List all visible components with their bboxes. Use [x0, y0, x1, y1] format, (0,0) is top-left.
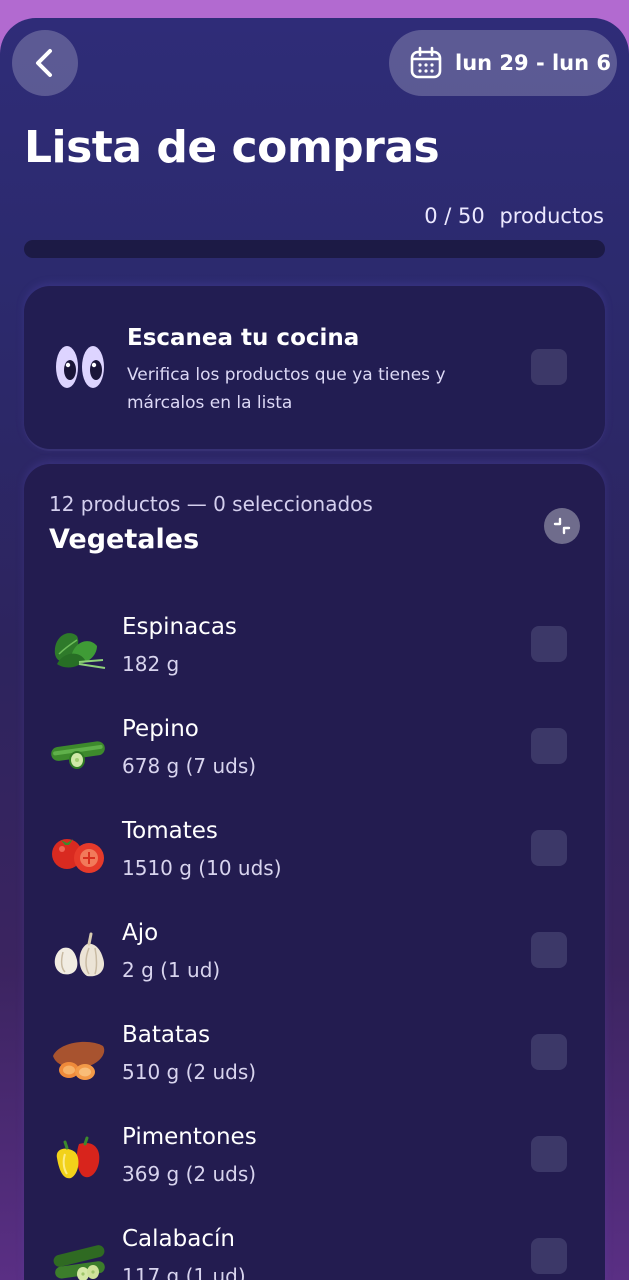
cucumber-icon — [51, 741, 105, 769]
category-title: Vegetales — [49, 524, 200, 555]
shopping-list-screen: lun 29 - lun 6 Lista de compras 0 / 50 p… — [0, 18, 629, 1280]
tomato-icon — [52, 839, 104, 873]
date-range-label: lun 29 - lun 6 — [455, 51, 611, 75]
progress-counter: 0 / 50 productos — [424, 204, 604, 228]
date-range-button[interactable]: lun 29 - lun 6 — [389, 30, 617, 96]
category-summary: 12 productos — 0 seleccionados — [49, 492, 373, 516]
item-quantity: 369 g (2 uds) — [122, 1162, 257, 1186]
collapse-icon — [553, 517, 571, 535]
item-name: Espinacas — [122, 614, 237, 640]
scan-kitchen-title: Escanea tu cocina — [127, 325, 360, 351]
item-name: Tomates — [122, 818, 218, 844]
list-item[interactable]: Calabacín 117 g (1 ud) — [24, 1226, 605, 1280]
item-quantity: 510 g (2 uds) — [122, 1060, 257, 1084]
collapse-category-button[interactable] — [544, 508, 580, 544]
item-name: Pimentones — [122, 1124, 257, 1150]
total-count: 50 — [458, 204, 485, 228]
item-quantity: 1510 g (10 uds) — [122, 856, 282, 880]
category-card-vegetales: 12 productos — 0 seleccionados Vegetales… — [24, 464, 605, 1280]
spinach-icon — [54, 633, 106, 669]
scan-kitchen-checkbox[interactable] — [531, 349, 567, 385]
list-item[interactable]: Batatas 510 g (2 uds) — [24, 1022, 605, 1102]
item-checkbox[interactable] — [531, 932, 567, 968]
list-item[interactable]: Ajo 2 g (1 ud) — [24, 920, 605, 1000]
item-checkbox[interactable] — [531, 1034, 567, 1070]
list-item[interactable]: Pepino 678 g (7 uds) — [24, 716, 605, 796]
list-item[interactable]: Tomates 1510 g (10 uds) — [24, 818, 605, 898]
scan-kitchen-card[interactable]: Escanea tu cocina Verifica los productos… — [24, 286, 605, 451]
page-title: Lista de compras — [24, 122, 440, 173]
list-item[interactable]: Espinacas 182 g — [24, 614, 605, 694]
sweet-potato-icon — [53, 1041, 105, 1080]
item-quantity: 117 g (1 ud) — [122, 1264, 246, 1280]
count-separator: / — [444, 204, 452, 228]
list-item[interactable]: Pimentones 369 g (2 uds) — [24, 1124, 605, 1204]
checked-count: 0 — [424, 204, 438, 228]
item-quantity: 678 g (7 uds) — [122, 754, 257, 778]
chevron-left-icon — [36, 49, 52, 77]
item-checkbox[interactable] — [531, 626, 567, 662]
count-unit: productos — [499, 204, 604, 228]
item-checkbox[interactable] — [531, 728, 567, 764]
item-checkbox[interactable] — [531, 1238, 567, 1274]
item-quantity: 2 g (1 ud) — [122, 958, 221, 982]
progress-bar — [24, 240, 605, 258]
calendar-icon — [409, 46, 443, 80]
item-name: Ajo — [122, 920, 159, 946]
garlic-icon — [54, 932, 105, 977]
bell-pepper-icon — [56, 1136, 100, 1179]
item-name: Batatas — [122, 1022, 211, 1048]
item-name: Pepino — [122, 716, 199, 742]
eyes-icon — [56, 346, 104, 388]
item-checkbox[interactable] — [531, 830, 567, 866]
item-quantity: 182 g — [122, 652, 180, 676]
scan-kitchen-description: Verifica los productos que ya tienes y m… — [127, 365, 446, 413]
back-button[interactable] — [12, 30, 78, 96]
zucchini-icon — [53, 1245, 105, 1280]
item-name: Calabacín — [122, 1226, 235, 1252]
item-checkbox[interactable] — [531, 1136, 567, 1172]
